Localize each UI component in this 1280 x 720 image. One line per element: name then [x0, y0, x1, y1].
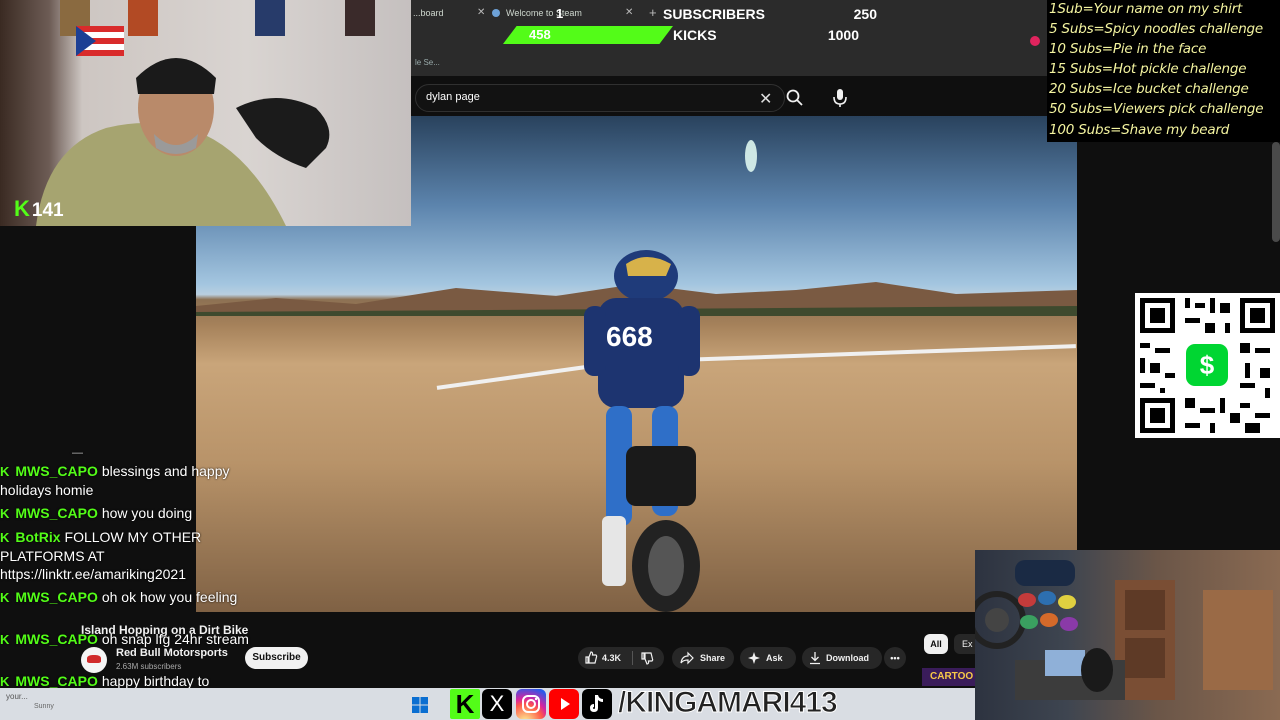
chat-username: MWS_CAPO — [15, 589, 98, 605]
viewer-count-badge: K 141 — [14, 196, 64, 222]
tiktok-logo-icon — [582, 689, 612, 719]
cartoon-thumbnail-tag: CARTOO — [922, 668, 976, 686]
viewer-count: 141 — [31, 200, 64, 221]
chat-text: — — [72, 447, 83, 459]
browser-tab[interactable]: Welcome to Steam — [506, 4, 582, 22]
chat-username: MWS_CAPO — [15, 505, 98, 521]
svg-text:668: 668 — [606, 321, 653, 352]
ask-button[interactable]: Ask — [740, 647, 796, 669]
streamer — [36, 58, 330, 226]
chat-text: how you doing — [101, 505, 193, 521]
x-logo-icon: X — [482, 689, 512, 719]
channel-subscriber-count: 2.63M subscribers — [116, 662, 182, 671]
sub-goal: 15 Subs=Hot pickle challenge — [1049, 61, 1247, 77]
instagram-logo-icon — [516, 689, 546, 719]
chat-username: MWS_CAPO — [15, 673, 98, 689]
more-actions-button[interactable]: ••• — [884, 647, 906, 669]
wall-poster — [255, 0, 285, 36]
room-scene — [975, 560, 1273, 700]
kick-icon: K — [0, 590, 10, 605]
chat-username: BotRix — [15, 529, 61, 545]
scrollbar[interactable] — [1272, 142, 1280, 242]
kicks-goal-label: KICKS — [673, 27, 717, 43]
close-icon[interactable]: ✕ — [625, 4, 633, 22]
share-button[interactable]: Share — [672, 647, 734, 669]
chat-message: K MWS_CAPO blessings and happy holidays ho… — [0, 462, 250, 499]
chat-message: K MWS_CAPO how you doing — [0, 504, 250, 523]
share-icon — [680, 651, 694, 665]
channel-avatar[interactable] — [81, 647, 107, 673]
search-icon[interactable] — [783, 84, 805, 112]
wall-poster — [128, 0, 158, 36]
download-label: Download — [826, 653, 869, 663]
steam-icon — [492, 9, 500, 17]
kicks-goal: KICKS 1000 — [655, 25, 877, 45]
subscriber-goal-label: SUBSCRIBERS — [663, 6, 765, 22]
room-webcam — [975, 550, 1280, 720]
kick-icon: K — [0, 506, 10, 521]
kick-logo-icon: K — [450, 689, 480, 719]
streamer-webcam: K 141 — [0, 0, 411, 226]
chat-text: oh snap lfg 24hr stream — [101, 631, 249, 647]
like-count[interactable]: 4.3K — [602, 647, 621, 669]
sub-goal: 1Sub=Your name on my shirt — [1049, 1, 1243, 17]
weather-condition: Sunny — [34, 703, 54, 710]
sub-goal: 100 Subs=Shave my beard — [1049, 122, 1230, 138]
kick-icon: K — [0, 530, 10, 545]
download-icon — [810, 652, 820, 665]
search-box: ✕ — [415, 84, 785, 112]
kicks-goal-target: 1000 — [827, 27, 859, 43]
kick-icon: K — [0, 464, 10, 479]
windows-start-icon[interactable] — [412, 697, 428, 713]
record-icon — [1030, 36, 1040, 46]
sub-goal: 50 Subs=Viewers pick challenge — [1049, 101, 1264, 117]
sub-goals-panel: 1Sub=Your name on my shirt 5 Subs=Spicy … — [1047, 0, 1280, 142]
chat-message: — — [72, 444, 112, 462]
chat-message: K MWS_CAPO oh snap lfg 24hr stream — [0, 630, 250, 649]
sub-goal: 10 Subs=Pie in the face — [1049, 41, 1207, 57]
kick-icon: K — [0, 632, 10, 647]
chat-message: K MWS_CAPO oh ok how you feeling — [0, 588, 250, 607]
close-icon[interactable]: ✕ — [477, 4, 485, 22]
share-label: Share — [700, 653, 726, 663]
chat-text: happy birthday to — [101, 673, 210, 689]
subscriber-goal-target: 250 — [853, 6, 877, 22]
sparkle-icon — [748, 652, 760, 664]
chat-username: MWS_CAPO — [15, 463, 98, 479]
weather-widget[interactable]: your... — [6, 692, 28, 701]
subscriber-count: 1 — [556, 6, 564, 21]
sub-goal: 5 Subs=Spicy noodles challenge — [1049, 21, 1264, 37]
youtube-logo-icon — [549, 689, 579, 719]
kicks-progress-bar: 458 — [503, 26, 673, 44]
chat-text: oh ok how you feeling — [101, 589, 238, 605]
kicks-current: 458 — [529, 27, 551, 42]
subscribe-button[interactable]: Subscribe — [245, 647, 308, 669]
divider — [632, 651, 633, 665]
youtube-search-bar: ✕ — [411, 80, 1077, 116]
chat-message: K BotRix FOLLOW MY OTHER PLATFORMS AT http… — [0, 528, 250, 583]
browser-tab[interactable]: ...board — [413, 4, 444, 22]
like-dislike-group: 4.3K — [578, 647, 664, 669]
filter-chip-all[interactable]: All — [924, 634, 948, 654]
sub-goal: 20 Subs=Ice bucket challenge — [1049, 81, 1249, 97]
dirt-bike-rider: 668 — [584, 250, 700, 612]
cashapp-icon: $ — [1186, 344, 1228, 386]
more-icon: ••• — [890, 653, 900, 663]
microphone-icon[interactable] — [829, 86, 851, 110]
address-hint: le Se... — [415, 58, 440, 67]
ask-label: Ask — [766, 653, 783, 663]
thumbs-up-icon[interactable] — [584, 651, 598, 665]
subscriber-goal: SUBSCRIBERS 250 — [655, 4, 877, 24]
kick-icon: K — [14, 196, 30, 221]
clear-search-icon[interactable]: ✕ — [759, 89, 772, 109]
wall-poster — [345, 0, 375, 36]
search-input[interactable] — [426, 91, 726, 103]
chat-username: MWS_CAPO — [15, 631, 98, 647]
thumbs-down-icon[interactable] — [640, 651, 654, 665]
streamer-handle: /KINGAMARI413 — [618, 686, 839, 720]
light-flare — [745, 140, 757, 172]
kick-icon: K — [0, 674, 10, 689]
download-button[interactable]: Download — [802, 647, 882, 669]
